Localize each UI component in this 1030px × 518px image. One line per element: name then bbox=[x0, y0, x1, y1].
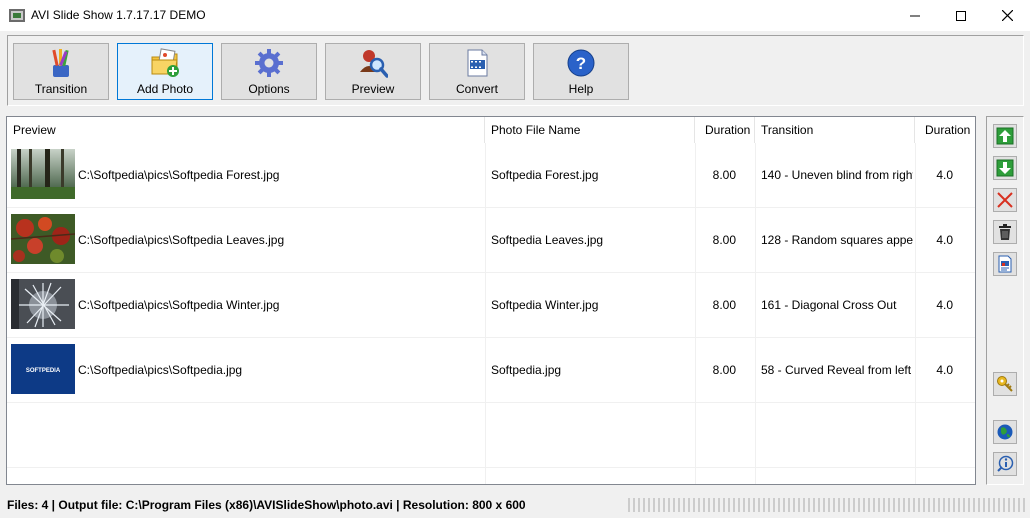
help-icon: ? bbox=[567, 49, 595, 77]
photo-file-name: Softpedia Winter.jpg bbox=[491, 298, 599, 312]
options-button[interactable]: Options bbox=[221, 43, 317, 100]
app-icon bbox=[9, 9, 25, 22]
transition-duration: 4.0 bbox=[936, 168, 953, 182]
duration: 8.00 bbox=[712, 298, 736, 312]
transition-duration: 4.0 bbox=[936, 298, 953, 312]
gear-icon bbox=[255, 49, 283, 77]
web-button[interactable] bbox=[993, 420, 1017, 444]
maximize-icon bbox=[956, 10, 966, 21]
thumbnail-softpedia: SOFTPEDIA bbox=[11, 344, 75, 394]
delete-button[interactable] bbox=[993, 220, 1017, 244]
title-bar: AVI Slide Show 1.7.17.17 DEMO bbox=[0, 0, 1030, 31]
key-button[interactable] bbox=[993, 372, 1017, 396]
status-bar: Files: 4 | Output file: C:\Program Files… bbox=[0, 493, 1030, 518]
move-down-button[interactable] bbox=[993, 156, 1017, 180]
thumbnail-forest bbox=[11, 149, 75, 199]
duration: 8.00 bbox=[712, 233, 736, 247]
window-title: AVI Slide Show 1.7.17.17 DEMO bbox=[31, 8, 206, 22]
duration: 8.00 bbox=[712, 168, 736, 182]
transition: 161 - Diagonal Cross Out bbox=[761, 298, 897, 312]
move-up-button[interactable] bbox=[993, 124, 1017, 148]
list-header: Preview Photo File Name Duration Transit… bbox=[7, 117, 975, 143]
close-button[interactable] bbox=[984, 0, 1030, 31]
key-icon bbox=[997, 376, 1013, 392]
preview-label: Preview bbox=[351, 82, 395, 96]
photo-file-name: Softpedia.jpg bbox=[491, 363, 562, 377]
help-label: Help bbox=[568, 82, 594, 96]
paint-brushes-icon bbox=[52, 49, 69, 77]
column-duration[interactable]: Duration bbox=[695, 117, 755, 143]
toolbar: Transition Add Photo Options Preview Con… bbox=[0, 31, 1030, 109]
column-transition-duration[interactable]: Duration bbox=[915, 117, 975, 143]
move-down-icon bbox=[996, 159, 1014, 177]
convert-label: Convert bbox=[455, 82, 499, 96]
folder-photo-icon bbox=[151, 48, 179, 77]
transition-duration: 4.0 bbox=[936, 363, 953, 377]
transition: 128 - Random squares appear bbox=[761, 233, 913, 247]
duration: 8.00 bbox=[712, 363, 736, 377]
minimize-button[interactable] bbox=[892, 0, 938, 31]
thumbnail-leaves bbox=[11, 214, 75, 264]
thumbnail-winter bbox=[11, 279, 75, 329]
properties-icon bbox=[998, 255, 1012, 273]
delete-icon bbox=[999, 224, 1011, 240]
preview-button[interactable]: Preview bbox=[325, 43, 421, 100]
column-transition[interactable]: Transition bbox=[755, 117, 915, 143]
column-preview[interactable]: Preview bbox=[7, 117, 485, 143]
svg-text:?: ? bbox=[576, 54, 586, 73]
empty-row bbox=[7, 403, 975, 468]
side-toolbar bbox=[986, 116, 1024, 485]
preview-path: C:\Softpedia\pics\Softpedia.jpg bbox=[78, 363, 243, 377]
help-button[interactable]: ? Help bbox=[533, 43, 629, 100]
add-photo-button[interactable]: Add Photo bbox=[117, 43, 213, 100]
remove-button[interactable] bbox=[993, 188, 1017, 212]
close-icon bbox=[1001, 10, 1013, 21]
transition: 58 - Curved Reveal from left bbox=[761, 363, 912, 377]
transition-duration: 4.0 bbox=[936, 233, 953, 247]
table-row[interactable]: C:\Softpedia\pics\Softpedia Forest.jpg S… bbox=[7, 143, 975, 208]
magnifier-person-icon bbox=[360, 50, 388, 78]
remove-icon bbox=[997, 192, 1013, 208]
web-icon bbox=[997, 424, 1013, 440]
minimize-icon bbox=[910, 15, 920, 16]
properties-button[interactable] bbox=[993, 252, 1017, 276]
film-document-icon bbox=[467, 49, 488, 77]
convert-button[interactable]: Convert bbox=[429, 43, 525, 100]
table-row[interactable]: SOFTPEDIA C:\Softpedia\pics\Softpedia.jp… bbox=[7, 338, 975, 403]
transition: 140 - Uneven blind from right bbox=[761, 168, 913, 182]
preview-path: C:\Softpedia\pics\Softpedia Forest.jpg bbox=[78, 168, 280, 182]
preview-path: C:\Softpedia\pics\Softpedia Winter.jpg bbox=[78, 298, 280, 312]
transition-button[interactable]: Transition bbox=[13, 43, 109, 100]
transition-label: Transition bbox=[34, 82, 88, 96]
status-progress-pattern bbox=[628, 498, 1026, 512]
table-row[interactable]: C:\Softpedia\pics\Softpedia Winter.jpg S… bbox=[7, 273, 975, 338]
add-photo-label: Add Photo bbox=[136, 82, 194, 96]
thumbnail-logo-text: SOFTPEDIA bbox=[26, 368, 61, 374]
preview-path: C:\Softpedia\pics\Softpedia Leaves.jpg bbox=[78, 233, 285, 247]
info-button[interactable] bbox=[993, 452, 1017, 476]
info-icon bbox=[997, 455, 1014, 472]
photo-file-name: Softpedia Leaves.jpg bbox=[491, 233, 604, 247]
photo-list[interactable]: Preview Photo File Name Duration Transit… bbox=[6, 116, 976, 485]
column-photo-file-name[interactable]: Photo File Name bbox=[485, 117, 695, 143]
maximize-button[interactable] bbox=[938, 0, 984, 31]
move-up-icon bbox=[996, 127, 1014, 145]
photo-file-name: Softpedia Forest.jpg bbox=[491, 168, 599, 182]
options-label: Options bbox=[248, 82, 290, 96]
status-text: Files: 4 | Output file: C:\Program Files… bbox=[7, 498, 526, 512]
table-row[interactable]: C:\Softpedia\pics\Softpedia Leaves.jpg S… bbox=[7, 208, 975, 273]
